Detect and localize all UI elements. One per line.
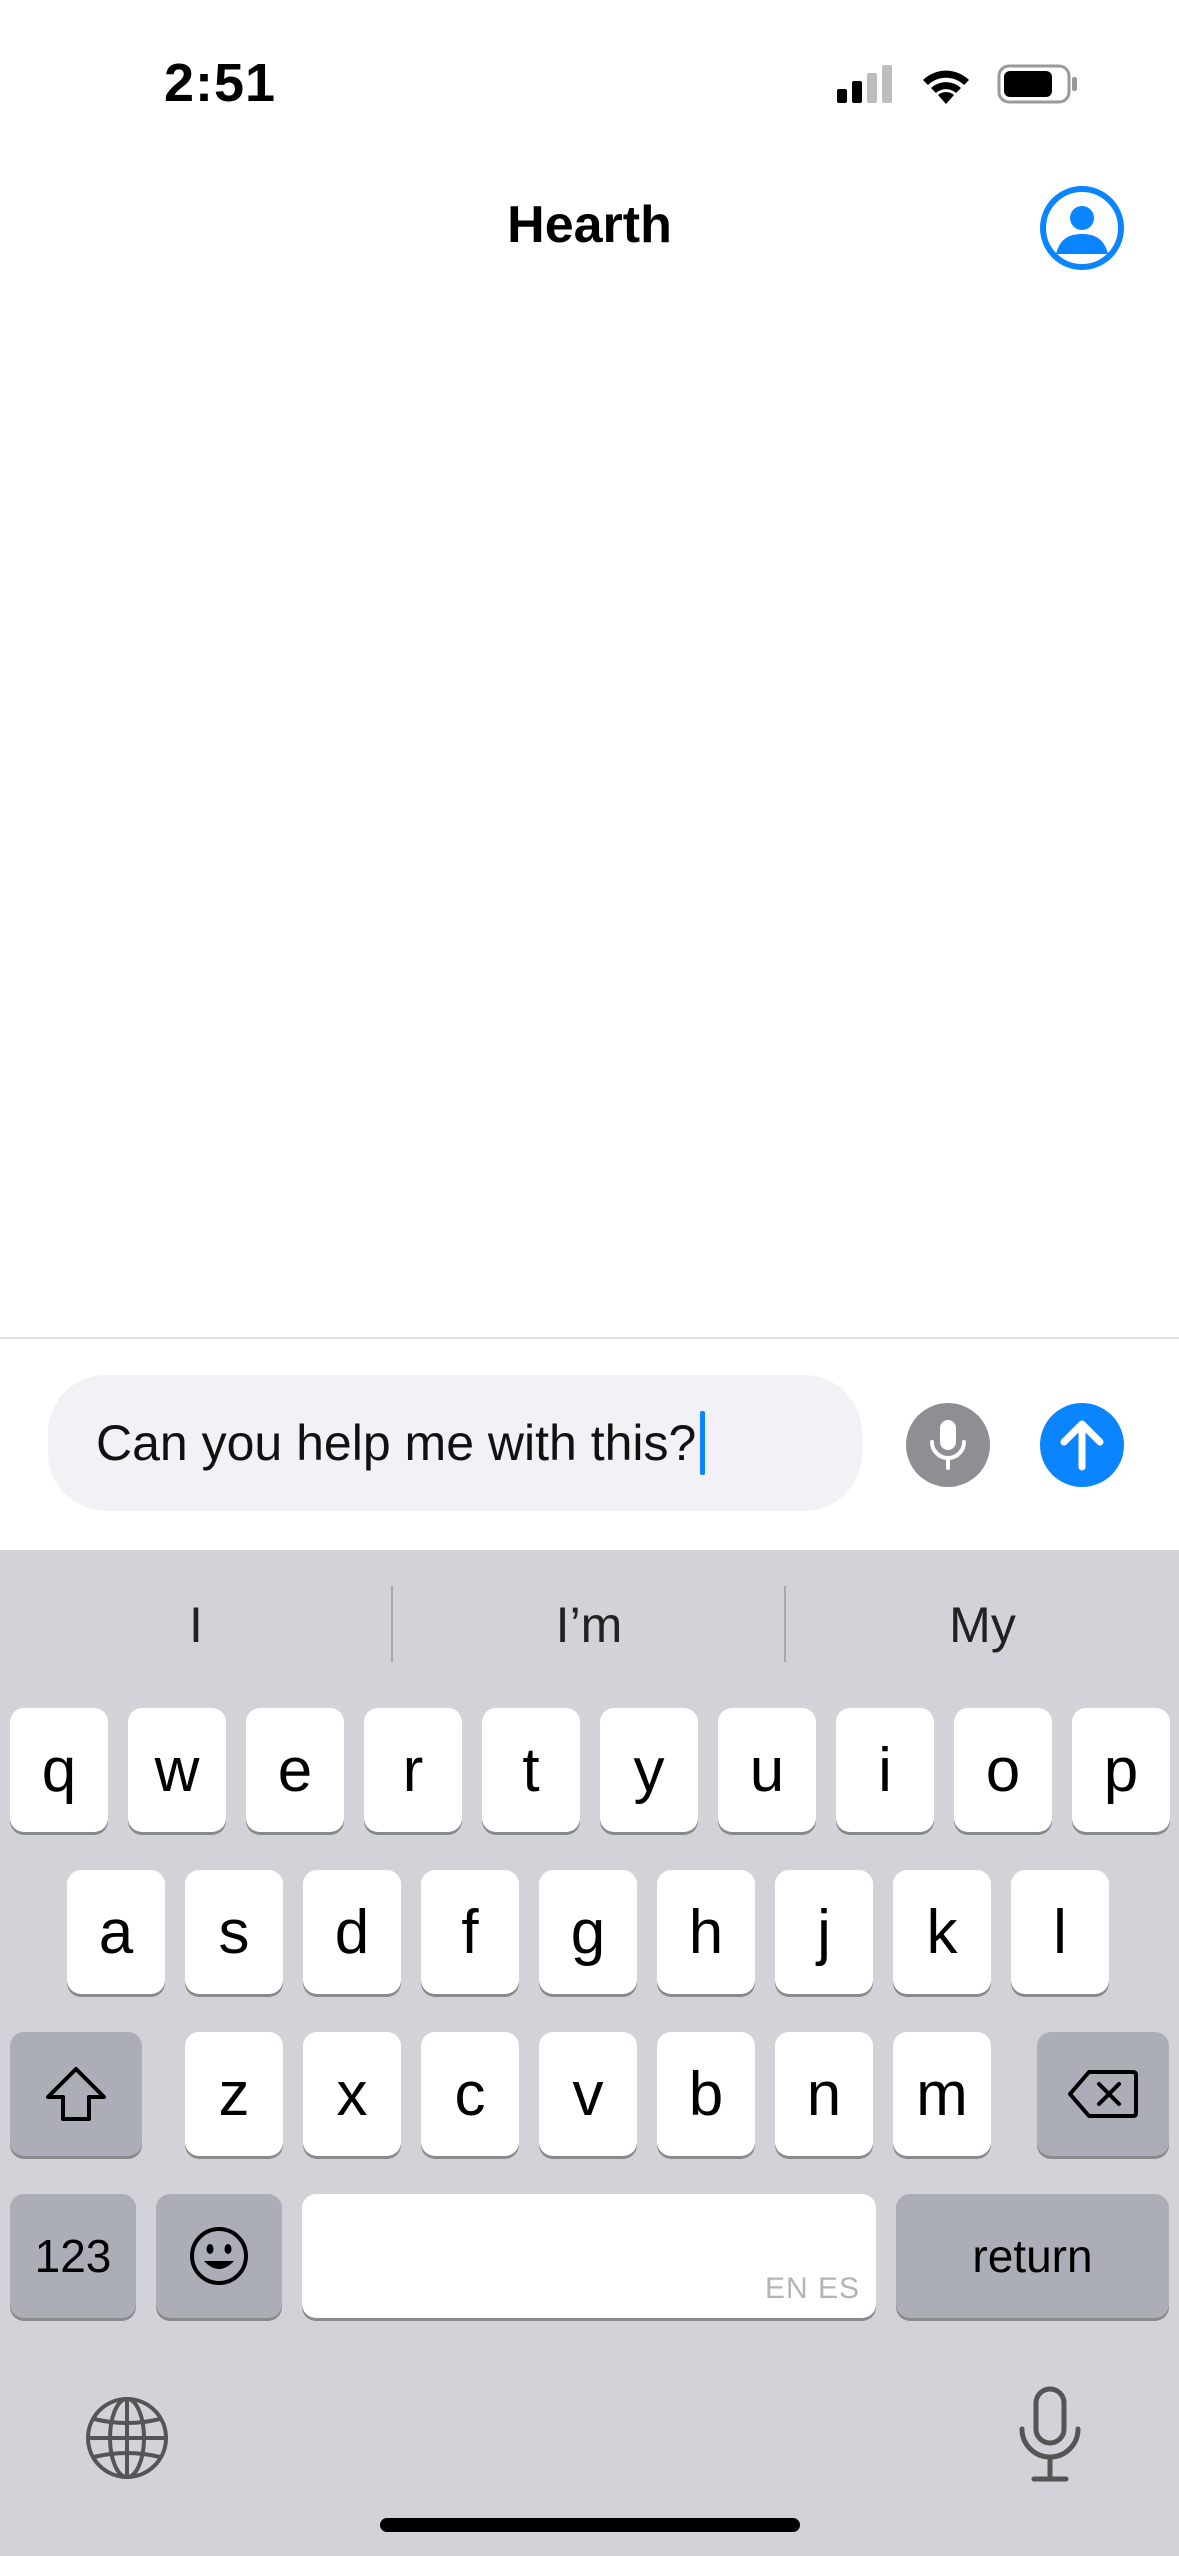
key-p[interactable]: p <box>1072 1708 1170 1832</box>
key-x[interactable]: x <box>303 2032 401 2156</box>
delete-icon <box>1068 2070 1138 2118</box>
key-a[interactable]: a <box>67 1870 165 1994</box>
suggestion-3[interactable]: My <box>786 1550 1179 1700</box>
shift-key[interactable] <box>10 2032 142 2156</box>
key-j[interactable]: j <box>775 1870 873 1994</box>
wifi-icon <box>923 70 969 104</box>
key-v[interactable]: v <box>539 2032 637 2156</box>
key-i[interactable]: i <box>836 1708 934 1832</box>
shift-icon <box>46 2067 106 2121</box>
message-list <box>0 290 1179 1337</box>
message-input[interactable]: Can you help me with this? <box>48 1375 862 1511</box>
message-composer: Can you help me with this? <box>0 1337 1179 1550</box>
status-time: 2:51 <box>164 53 277 113</box>
key-q[interactable]: q <box>10 1708 108 1832</box>
predictive-bar: I I’m My <box>0 1550 1179 1700</box>
send-button[interactable] <box>1040 1403 1124 1487</box>
space-language-label: EN ES <box>764 2272 860 2305</box>
voice-input-button[interactable] <box>906 1403 990 1487</box>
key-u[interactable]: u <box>718 1708 816 1832</box>
key-y[interactable]: y <box>600 1708 698 1832</box>
key-r[interactable]: r <box>364 1708 462 1832</box>
emoji-key[interactable] <box>156 2194 282 2318</box>
battery-icon <box>997 64 1077 104</box>
key-d[interactable]: d <box>303 1870 401 1994</box>
key-l[interactable]: l <box>1011 1870 1109 1994</box>
return-key-label: return <box>972 2230 1093 2282</box>
numbers-key[interactable]: 123 <box>10 2194 136 2318</box>
space-key[interactable]: EN ES <box>302 2194 876 2318</box>
delete-key[interactable] <box>1037 2032 1169 2156</box>
key-s[interactable]: s <box>185 1870 283 1994</box>
emoji-icon <box>190 2227 248 2285</box>
home-indicator[interactable] <box>380 2518 800 2532</box>
key-g[interactable]: g <box>539 1870 637 1994</box>
key-f[interactable]: f <box>421 1870 519 1994</box>
key-t[interactable]: t <box>482 1708 580 1832</box>
key-k[interactable]: k <box>893 1870 991 1994</box>
key-w[interactable]: w <box>128 1708 226 1832</box>
dictation-mic-icon[interactable] <box>1010 2385 1090 2485</box>
key-b[interactable]: b <box>657 2032 755 2156</box>
text-cursor <box>700 1411 706 1475</box>
key-n[interactable]: n <box>775 2032 873 2156</box>
return-key[interactable]: return <box>896 2194 1169 2318</box>
suggestion-2[interactable]: I’m <box>393 1550 785 1700</box>
message-input-text: Can you help me with this? <box>96 1415 697 1471</box>
status-bar: 2:51 <box>0 0 1179 170</box>
signal-icon <box>837 65 892 103</box>
key-o[interactable]: o <box>954 1708 1052 1832</box>
status-icons <box>837 64 1079 104</box>
page-title: Hearth <box>507 196 672 254</box>
key-m[interactable]: m <box>893 2032 991 2156</box>
globe-icon[interactable] <box>84 2395 170 2481</box>
mic-icon <box>930 1420 966 1470</box>
numbers-key-label: 123 <box>34 2230 112 2282</box>
key-e[interactable]: e <box>246 1708 344 1832</box>
suggestion-1[interactable]: I <box>0 1550 392 1700</box>
nav-bar: Hearth <box>0 170 1179 290</box>
profile-button[interactable] <box>1040 186 1124 270</box>
key-h[interactable]: h <box>657 1870 755 1994</box>
send-arrow-icon <box>1060 1420 1104 1471</box>
key-c[interactable]: c <box>421 2032 519 2156</box>
profile-icon <box>1056 206 1108 254</box>
key-z[interactable]: z <box>185 2032 283 2156</box>
keyboard: I I’m My q w e r t y u i o p a s d f g h… <box>0 1550 1179 2556</box>
